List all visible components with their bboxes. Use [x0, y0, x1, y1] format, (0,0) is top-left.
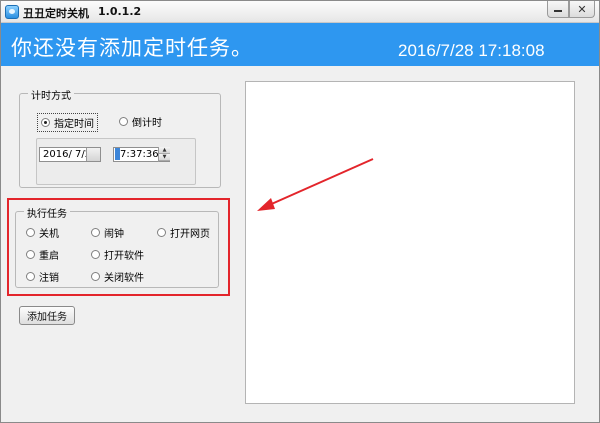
radio-specified-time-label: 指定时间: [54, 119, 94, 130]
status-banner: 你还没有添加定时任务。 2016/7/28 17:18:08: [1, 23, 599, 66]
status-message: 你还没有添加定时任务。: [11, 36, 253, 60]
add-task-button[interactable]: 添加任务: [19, 306, 75, 325]
radio-dot-checked-icon: [41, 118, 50, 127]
timing-method-group: 计时方式: [19, 87, 221, 188]
title-bar[interactable]: 丑丑定时关机 1.0.1.2 ✕: [1, 1, 599, 23]
current-datetime: 2016/7/28 17:18:08: [398, 41, 545, 60]
date-dropdown-button[interactable]: [86, 148, 100, 161]
time-spinner[interactable]: ▲ ▼: [158, 147, 170, 162]
app-logo-icon: [5, 5, 19, 19]
window-version: 1.0.1.2: [98, 5, 142, 18]
radio-specified-time[interactable]: 指定时间: [37, 113, 98, 132]
red-arrow-annotation: [257, 158, 374, 211]
spin-up-icon[interactable]: ▲: [159, 147, 170, 154]
minimize-button[interactable]: [547, 1, 569, 18]
highlight-box: [7, 198, 230, 296]
task-list-panel[interactable]: [245, 81, 575, 404]
time-value: 7:37:36: [120, 149, 159, 160]
minimize-icon: [554, 10, 562, 12]
window-title: 丑丑定时关机: [23, 7, 89, 20]
window-bottom-edge: [1, 415, 599, 422]
radio-countdown[interactable]: 倒计时: [119, 114, 162, 129]
spin-down-icon[interactable]: ▼: [159, 154, 170, 161]
date-picker[interactable]: 2016/ 7/28: [39, 147, 101, 162]
close-button[interactable]: ✕: [569, 1, 595, 18]
close-icon: ✕: [577, 2, 587, 16]
app-window: 丑丑定时关机 1.0.1.2 ✕ 你还没有添加定时任务。 2016/7/28 1…: [0, 0, 600, 423]
radio-dot-icon: [119, 117, 128, 126]
radio-countdown-label: 倒计时: [132, 118, 162, 129]
timing-method-legend: 计时方式: [28, 87, 74, 102]
